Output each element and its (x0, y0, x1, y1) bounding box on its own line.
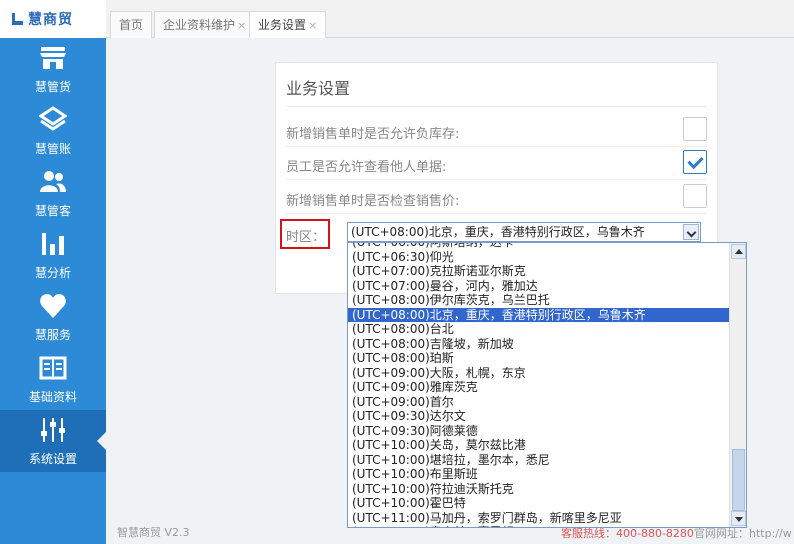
view-others-checkbox[interactable] (683, 150, 707, 174)
tab-label: 首页 (119, 17, 144, 32)
timezone-option[interactable]: (UTC+08:00)吉隆坡，新加坡 (348, 337, 729, 352)
timezone-label: 时区： (286, 230, 326, 245)
timezone-option[interactable]: (UTC+12:00)奥克兰，惠灵顿 (348, 525, 729, 527)
timezone-option[interactable]: (UTC+09:30)阿德莱德 (348, 424, 729, 439)
timezone-option[interactable]: (UTC+08:00)伊尔库茨克，乌兰巴托 (348, 293, 729, 308)
sidebar-item-system-settings[interactable]: 系统设置 (0, 410, 106, 472)
timezone-select[interactable]: (UTC+08:00)北京，重庆，香港特别行政区，乌鲁木齐 (347, 222, 701, 242)
sliders-icon (41, 418, 65, 442)
timezone-option[interactable]: (UTC+08:00)台北 (348, 322, 729, 337)
timezone-option[interactable]: (UTC+09:00)首尔 (348, 395, 729, 410)
timezone-option[interactable]: (UTC+09:00)雅库茨克 (348, 380, 729, 395)
tab-bar: 首页 企业资料维护 × 业务设置 × (106, 0, 794, 39)
heart-icon (40, 294, 66, 318)
customers-icon (40, 171, 66, 192)
timezone-option[interactable]: (UTC+07:00)克拉斯诺亚尔斯克 (348, 264, 729, 279)
sidebar-item-analysis[interactable]: 慧分析 (0, 224, 106, 286)
timezone-options: (UTC+06:00)阿斯塔纳，达卡 (UTC+06:30)仰光 (UTC+07:0… (348, 243, 729, 527)
sidebar: 慧管货 慧管账 慧管客 慧分析 慧服务 基础资料 系统设置 (0, 38, 106, 544)
sidebar-item-label: 慧服务 (34, 328, 71, 342)
close-icon[interactable]: × (308, 13, 317, 38)
sidebar-item-label: 慧管客 (34, 204, 71, 218)
logo-text: 慧商贸 (28, 12, 73, 28)
tab-company-info[interactable]: 企业资料维护 × (154, 11, 256, 38)
app-window: 慧商贸 首页 企业资料维护 × 业务设置 × 慧管货 慧管账 慧管客 慧分析 慧… (0, 0, 794, 544)
version-text: 智慧商贸 V2.3 (117, 526, 190, 539)
sidebar-item-label: 基础资料 (28, 390, 77, 404)
timezone-option[interactable]: (UTC+08:00)北京，重庆，香港特别行政区，乌鲁木齐 (348, 307, 729, 322)
scroll-thumb[interactable] (732, 449, 745, 511)
sidebar-item-accounts[interactable]: 慧管账 (0, 100, 106, 162)
sidebar-item-inventory[interactable]: 慧管货 (0, 38, 106, 100)
panel-title: 业务设置 (286, 79, 351, 98)
setting-row-check-price: 新增销售单时是否检查销售价: (286, 184, 707, 214)
logo: 慧商贸 (0, 0, 106, 38)
ledger-icon (39, 106, 67, 131)
sidebar-item-label: 慧分析 (34, 266, 71, 280)
tab-label: 企业资料维护 (163, 17, 236, 32)
chevron-down-icon[interactable] (683, 224, 699, 240)
sidebar-item-label: 慧管货 (34, 80, 71, 94)
bar-chart-icon (42, 233, 64, 255)
setting-label: 新增销售单时是否允许负库存: (286, 127, 460, 142)
sidebar-item-service[interactable]: 慧服务 (0, 286, 106, 348)
timezone-option[interactable]: (UTC+07:00)曼谷，河内，雅加达 (348, 279, 729, 294)
timezone-option[interactable]: (UTC+10:00)霍巴特 (348, 496, 729, 511)
timezone-option[interactable]: (UTC+10:00)堪培拉，墨尔本，悉尼 (348, 453, 729, 468)
timezone-option[interactable]: (UTC+09:00)大阪，札幌，东京 (348, 366, 729, 381)
timezone-option[interactable]: (UTC+06:30)仰光 (348, 250, 729, 265)
timezone-option[interactable]: (UTC+09:30)达尔文 (348, 409, 729, 424)
check-price-checkbox[interactable] (683, 184, 707, 208)
dropdown-scrollbar[interactable] (729, 243, 746, 527)
timezone-label-highlight: 时区： (280, 219, 330, 249)
tab-home[interactable]: 首页 (110, 11, 153, 38)
sidebar-item-customers[interactable]: 慧管客 (0, 162, 106, 224)
setting-label: 新增销售单时是否检查销售价: (286, 194, 460, 209)
sidebar-item-label: 慧管账 (34, 142, 71, 156)
sidebar-item-basic-data[interactable]: 基础资料 (0, 348, 106, 410)
close-icon[interactable]: × (237, 13, 246, 38)
sidebar-item-label: 系统设置 (28, 452, 77, 466)
timezone-option[interactable]: (UTC+10:00)符拉迪沃斯托克 (348, 482, 729, 497)
store-icon (40, 47, 66, 69)
setting-row-negative-stock: 新增销售单时是否允许负库存: (286, 117, 707, 147)
timezone-option[interactable]: (UTC+06:00)阿斯塔纳，达卡 (348, 243, 729, 250)
timezone-option[interactable]: (UTC+11:00)马加丹，索罗门群岛，新喀里多尼亚 (348, 511, 729, 526)
book-icon (39, 356, 67, 380)
timezone-dropdown-list: (UTC+06:00)阿斯塔纳，达卡 (UTC+06:30)仰光 (UTC+07:0… (347, 242, 747, 528)
setting-label: 员工是否允许查看他人单据: (286, 160, 447, 175)
timezone-option[interactable]: (UTC+10:00)关岛，莫尔兹比港 (348, 438, 729, 453)
scroll-down-icon[interactable] (731, 511, 746, 526)
logo-icon (10, 12, 24, 26)
tab-label: 业务设置 (258, 18, 307, 32)
negative-stock-checkbox[interactable] (683, 117, 707, 141)
timezone-option[interactable]: (UTC+10:00)布里斯班 (348, 467, 729, 482)
divider (286, 106, 707, 107)
tab-business-settings[interactable]: 业务设置 × (249, 11, 327, 39)
scroll-up-icon[interactable] (731, 244, 746, 259)
timezone-option[interactable]: (UTC+08:00)珀斯 (348, 351, 729, 366)
timezone-select-value: (UTC+08:00)北京，重庆，香港特别行政区，乌鲁木齐 (351, 225, 645, 239)
setting-row-view-others: 员工是否允许查看他人单据: (286, 150, 707, 180)
